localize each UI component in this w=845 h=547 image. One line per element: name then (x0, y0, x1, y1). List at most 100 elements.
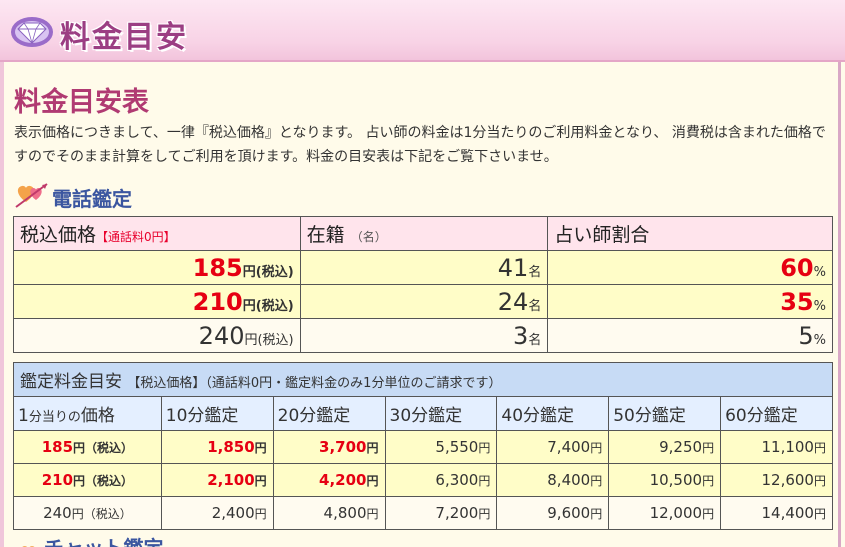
price-ratio-table: 税込価格【通話料0円】 在籍 （名） 占い師割合 185円(税込) 41名 60… (13, 216, 833, 353)
table-header-row: 税込価格【通話料0円】 在籍 （名） 占い師割合 (13, 216, 833, 251)
table-row: 240円（税込） 2,400円 4,800円 7,200円 9,600円 12,… (13, 496, 833, 530)
table-row: 185円(税込) 41名 60% (13, 250, 833, 285)
fee-value: 12,600 (761, 471, 814, 489)
fee-value: 2,100 (207, 471, 255, 489)
rate-cell: 185円（税込） (13, 430, 162, 464)
count-unit: 名 (528, 332, 542, 348)
col-header-price-a: 1 (18, 406, 29, 426)
table-row: 210円(税込) 24名 35% (13, 284, 833, 319)
fee-table-header-row: 1分当りの価格 10分鑑定 20分鑑定 30分鑑定 40分鑑定 50分鑑定 60… (13, 396, 833, 431)
count-cell: 24名 (299, 284, 549, 319)
fee-cell: 3,700円 (272, 430, 386, 464)
fee-cell: 2,100円 (160, 463, 274, 497)
header-ratio-label: 占い師割合 (554, 224, 650, 246)
count-cell: 3名 (299, 318, 549, 353)
fee-value: 3,700 (319, 438, 367, 456)
yen-unit: 円 (702, 441, 715, 455)
ratio-cell: 5% (547, 318, 833, 353)
heart-arrow-icon (15, 183, 48, 208)
fee-table-note: 【税込価格】（通話料0円・鑑定料金のみ1分単位のご請求です） (127, 376, 502, 391)
col-header: 20分鑑定 (272, 396, 386, 431)
fee-cell: 9,600円 (496, 496, 610, 530)
fee-table-title: 鑑定料金目安 【税込価格】（通話料0円・鑑定料金のみ1分単位のご請求です） (13, 362, 833, 397)
col-header: 50分鑑定 (608, 396, 722, 431)
fee-value: 6,300 (435, 471, 479, 489)
price-unit: 円(税込) (244, 332, 294, 348)
fee-cell: 6,300円 (384, 463, 498, 497)
next-section-title: チャット鑑定 (44, 536, 164, 547)
fee-estimate-table: 鑑定料金目安 【税込価格】（通話料0円・鑑定料金のみ1分単位のご請求です） 1分… (13, 362, 833, 530)
rate-value: 185 (41, 438, 74, 456)
col-header: 40分鑑定 (496, 396, 610, 431)
yen-unit: 円 (366, 507, 379, 521)
fee-value: 14,400 (761, 504, 814, 522)
table-row: 210円（税込） 2,100円 4,200円 6,300円 8,400円 10,… (13, 463, 833, 497)
fee-value: 10,500 (649, 471, 703, 489)
rate-unit: 円（税込） (73, 441, 134, 455)
section-title: 電話鑑定 (52, 187, 132, 211)
ratio-cell: 60% (547, 250, 833, 285)
fee-cell: 7,200円 (384, 496, 498, 530)
count-unit: 名 (528, 298, 542, 314)
price-value: 210 (192, 287, 243, 316)
fee-cell: 14,400円 (720, 496, 833, 530)
table-row: 185円（税込） 1,850円 3,700円 5,550円 7,400円 9,2… (13, 430, 833, 464)
fee-value: 7,200 (435, 504, 479, 522)
header-price-label: 税込価格 (20, 224, 97, 246)
fee-cell: 1,850円 (160, 430, 274, 464)
rate-unit: 円（税込） (71, 507, 132, 521)
count-value: 3 (513, 321, 529, 350)
yen-unit: 円 (702, 507, 715, 521)
fee-value: 11,100 (761, 438, 814, 456)
rate-cell: 240円（税込） (13, 496, 162, 530)
yen-unit: 円 (590, 474, 603, 488)
fee-cell: 4,200円 (272, 463, 386, 497)
yen-unit: 円 (813, 441, 826, 455)
col-header-price: 1分当りの価格 (13, 396, 162, 431)
fee-table-title-label: 鑑定料金目安 (20, 372, 122, 392)
yen-unit: 円 (478, 474, 491, 488)
price-cell: 240円(税込) (13, 318, 301, 353)
header-ratio: 占い師割合 (547, 216, 833, 251)
header-price: 税込価格【通話料0円】 (13, 216, 301, 251)
fee-value: 9,250 (659, 438, 703, 456)
rate-value: 210 (41, 471, 74, 489)
ratio-cell: 35% (547, 284, 833, 319)
fee-cell: 12,600円 (720, 463, 833, 497)
header-count-label: 在籍 (306, 224, 345, 246)
ratio-value: 35 (780, 287, 814, 316)
price-unit: 円(税込) (242, 298, 294, 314)
left-border (0, 62, 4, 547)
fee-value: 9,600 (547, 504, 591, 522)
fee-cell: 12,000円 (608, 496, 722, 530)
ratio-unit: % (813, 332, 826, 348)
header-count-note: （名） (350, 230, 387, 244)
yen-unit: 円 (254, 474, 267, 488)
yen-unit: 円 (478, 507, 491, 521)
right-border (838, 62, 841, 547)
fee-value: 8,400 (547, 471, 591, 489)
yen-unit: 円 (366, 474, 379, 488)
price-cell: 185円(税込) (13, 250, 301, 285)
yen-unit: 円 (254, 441, 267, 455)
heart-arrow-icon: ❤ (20, 540, 37, 547)
price-value: 185 (192, 253, 243, 282)
fee-cell: 10,500円 (608, 463, 722, 497)
ratio-unit: % (813, 264, 826, 280)
yen-unit: 円 (813, 474, 826, 488)
price-cell: 210円(税込) (13, 284, 301, 319)
count-cell: 41名 (299, 250, 549, 285)
fee-cell: 4,800円 (272, 496, 386, 530)
col-header: 30分鑑定 (384, 396, 498, 431)
fee-cell: 9,250円 (608, 430, 722, 464)
rate-value: 240 (43, 504, 72, 522)
header-title: 料金目安 (60, 20, 188, 55)
col-header-price-b: 分当りの (28, 410, 81, 425)
yen-unit: 円 (366, 441, 379, 455)
fee-cell: 5,550円 (384, 430, 498, 464)
col-header-price-c: 価格 (80, 406, 115, 426)
col-header: 10分鑑定 (160, 396, 274, 431)
fee-cell: 7,400円 (496, 430, 610, 464)
next-section-heading: ❤ チャット鑑定 (20, 536, 164, 547)
yen-unit: 円 (590, 507, 603, 521)
